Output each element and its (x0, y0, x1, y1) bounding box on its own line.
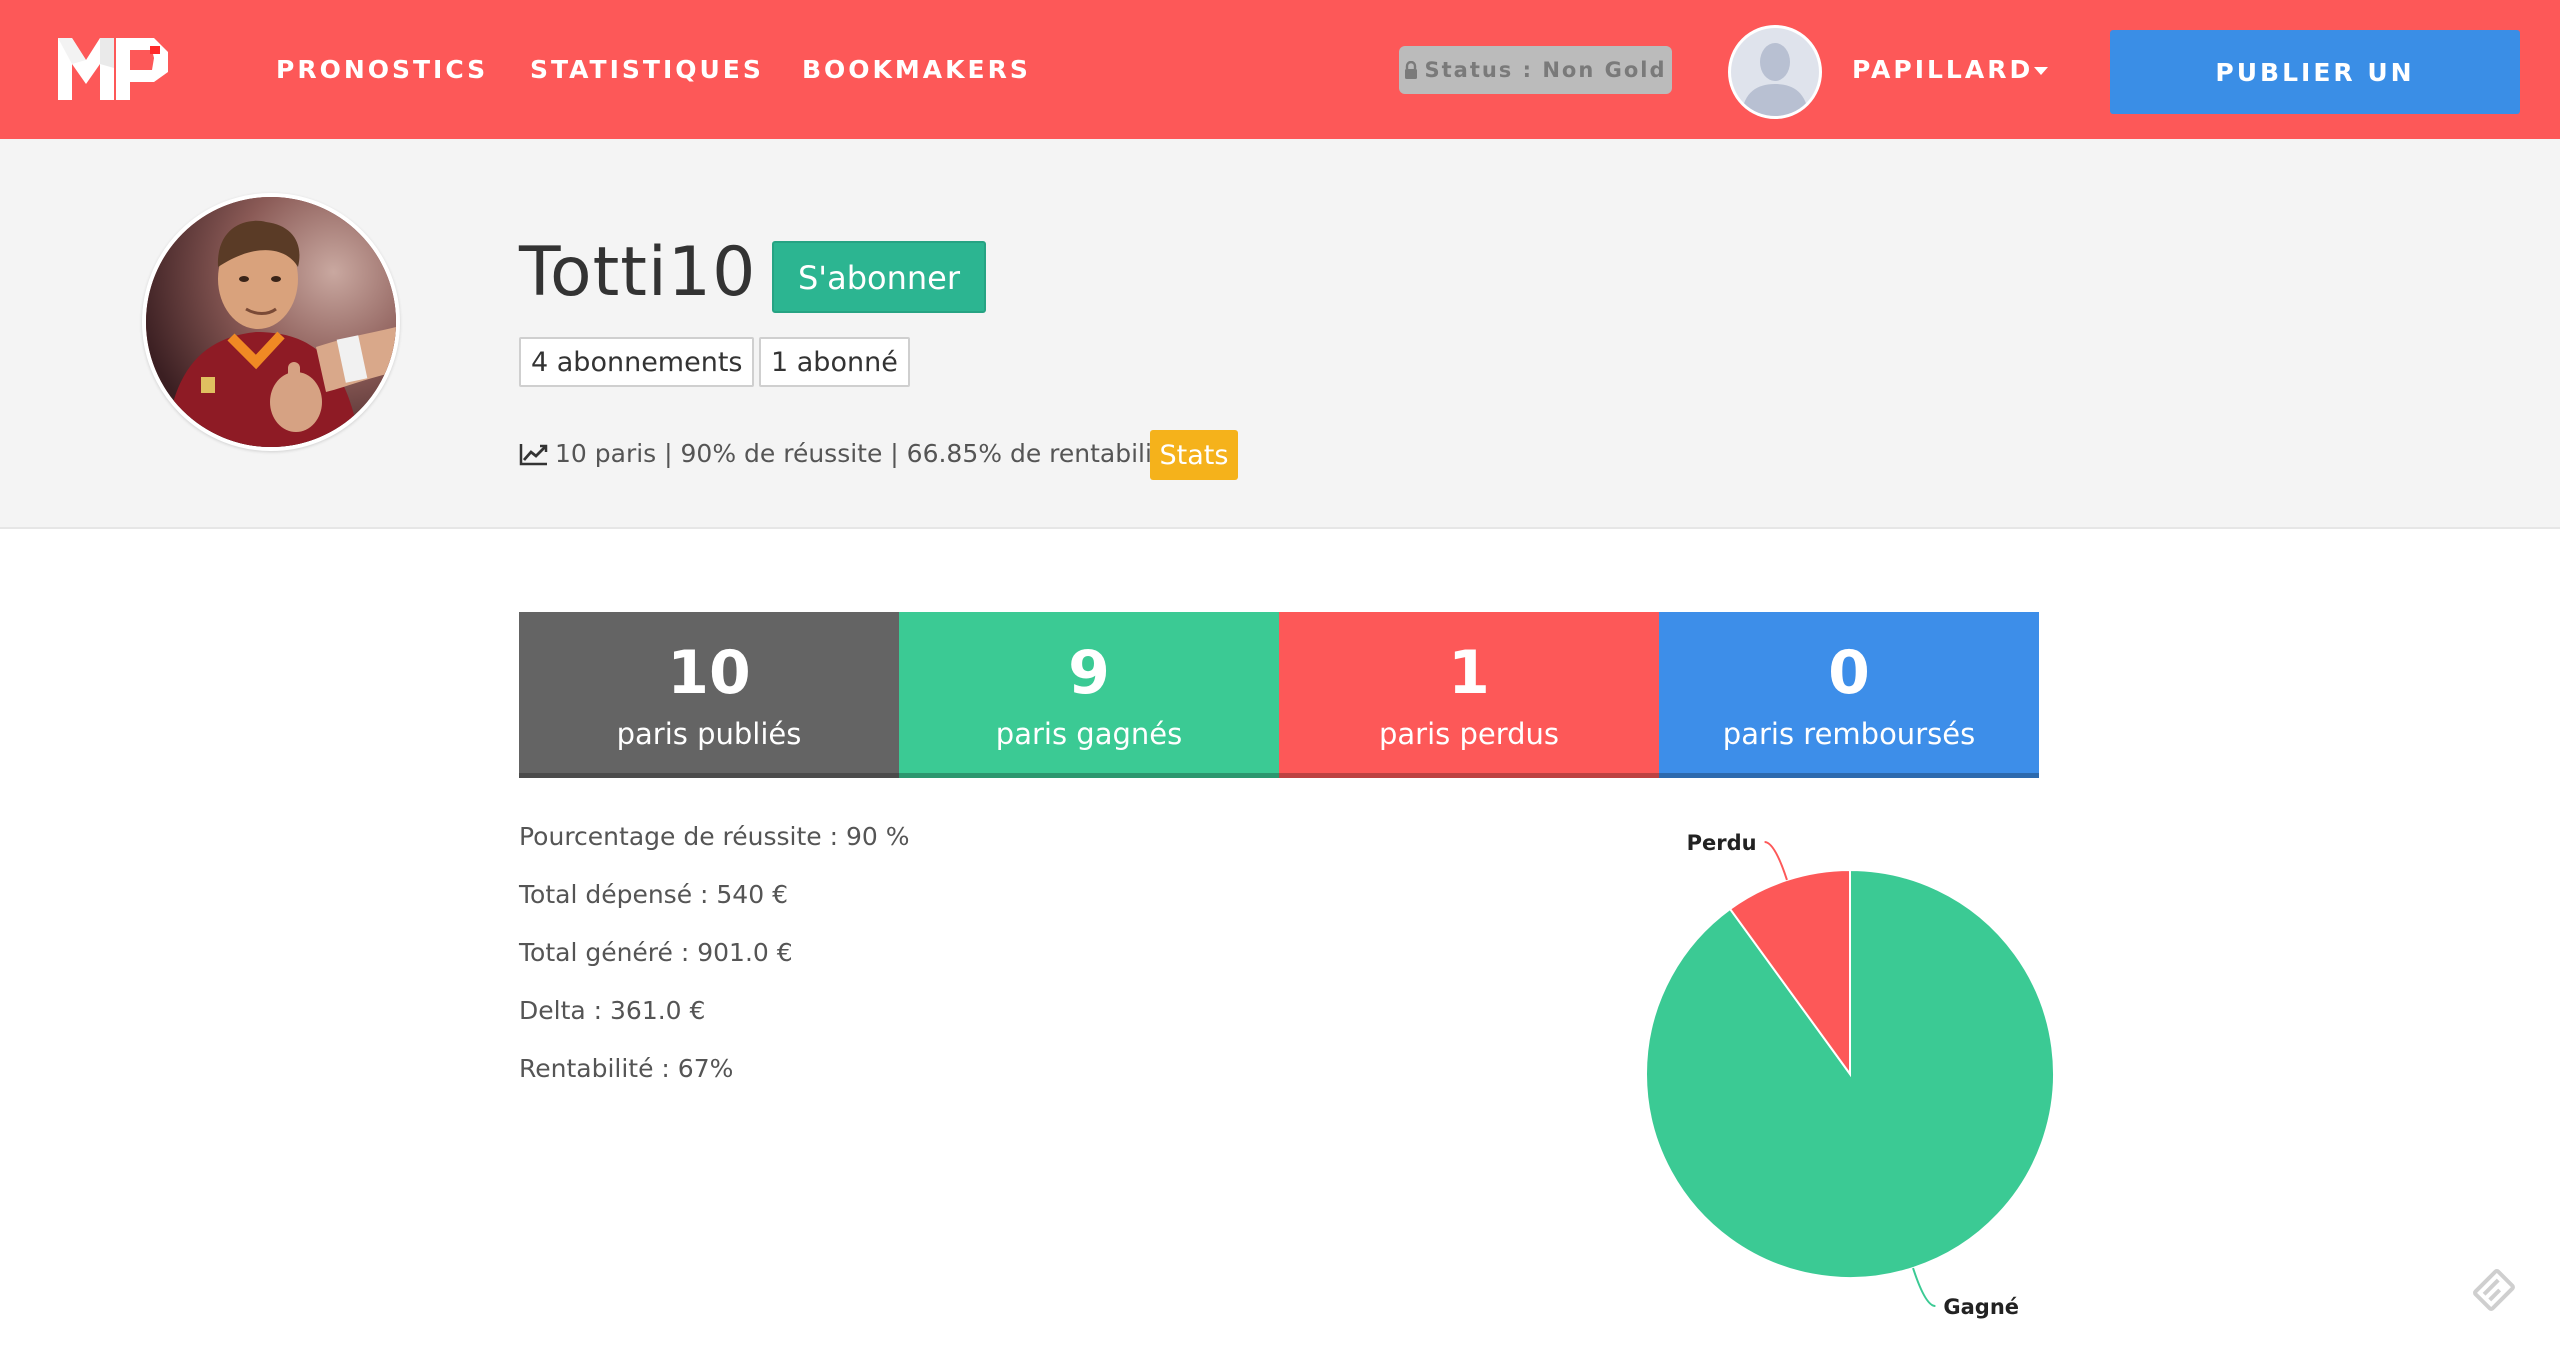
stat-box-refunded: 0 paris remboursés (1659, 612, 2039, 778)
pie-leader-line (1912, 1267, 1936, 1308)
nav-link-pronostics[interactable]: PRONOSTICS (276, 52, 488, 88)
detail-total-spent: Total dépensé : 540 € (519, 880, 788, 909)
nav-link-statistiques[interactable]: STATISTIQUES (530, 52, 764, 88)
stat-value-lost: 1 (1448, 638, 1490, 708)
status-text: Status : Non Gold (1424, 58, 1667, 82)
summary-text: 10 paris | 90% de réussite | 66.85% de r… (555, 439, 1178, 468)
detail-total-generated: Total généré : 901.0 € (519, 938, 793, 967)
stat-label-won: paris gagnés (995, 717, 1183, 751)
chevron-down-icon[interactable] (2034, 67, 2048, 75)
top-navbar: PRONOSTICS STATISTIQUES BOOKMAKERS Statu… (0, 0, 2560, 171)
subscribe-button[interactable]: S'abonner (772, 241, 986, 313)
stat-label-lost: paris perdus (1378, 717, 1560, 751)
stat-value-published: 10 (667, 638, 751, 708)
pie-label: Gagné (1943, 1295, 2019, 1319)
stat-box-lost: 1 paris perdus (1279, 612, 1659, 778)
subscriptions-count[interactable]: 4 abonnements (519, 337, 755, 387)
stat-box-won: 9 paris gagnés (899, 612, 1279, 778)
stat-box-published: 10 paris publiés (519, 612, 899, 778)
stat-value-won: 9 (1068, 638, 1110, 708)
profile-avatar (142, 193, 400, 451)
detail-success-rate: Pourcentage de réussite : 90 % (519, 822, 910, 851)
default-avatar-icon (1731, 28, 1819, 116)
stat-label-refunded: paris remboursés (1722, 717, 1976, 751)
player-photo (146, 197, 396, 447)
publish-prediction-button[interactable]: PUBLIER UN PRONOSTIC (2110, 30, 2520, 171)
line-chart-icon (519, 444, 548, 466)
feedback-icon[interactable] (2466, 1262, 2522, 1318)
profile-summary: 10 paris | 90% de réussite | 66.85% de r… (519, 434, 1177, 474)
stat-label-published: paris publiés (616, 717, 802, 751)
stat-value-refunded: 0 (1828, 638, 1870, 708)
stats-button[interactable]: Stats (1150, 430, 1238, 480)
lock-icon (1405, 61, 1418, 79)
user-menu-toggle[interactable]: PAPILLARD (1852, 52, 2033, 88)
pie-leader-line (1764, 840, 1788, 881)
user-avatar[interactable] (1728, 25, 1822, 119)
results-pie-chart: Gagné Perdu (1645, 831, 2055, 1319)
profile-username: Totti10 (519, 233, 757, 312)
nav-link-bookmakers[interactable]: BOOKMAKERS (802, 52, 1031, 88)
site-logo[interactable] (58, 38, 168, 100)
subscribers-count[interactable]: 1 abonné (759, 337, 910, 387)
status-badge: Status : Non Gold (1399, 46, 1672, 94)
detail-profitability: Rentabilité : 67% (519, 1054, 734, 1083)
detail-delta: Delta : 361.0 € (519, 996, 706, 1025)
pie-label: Perdu (1687, 831, 1757, 855)
